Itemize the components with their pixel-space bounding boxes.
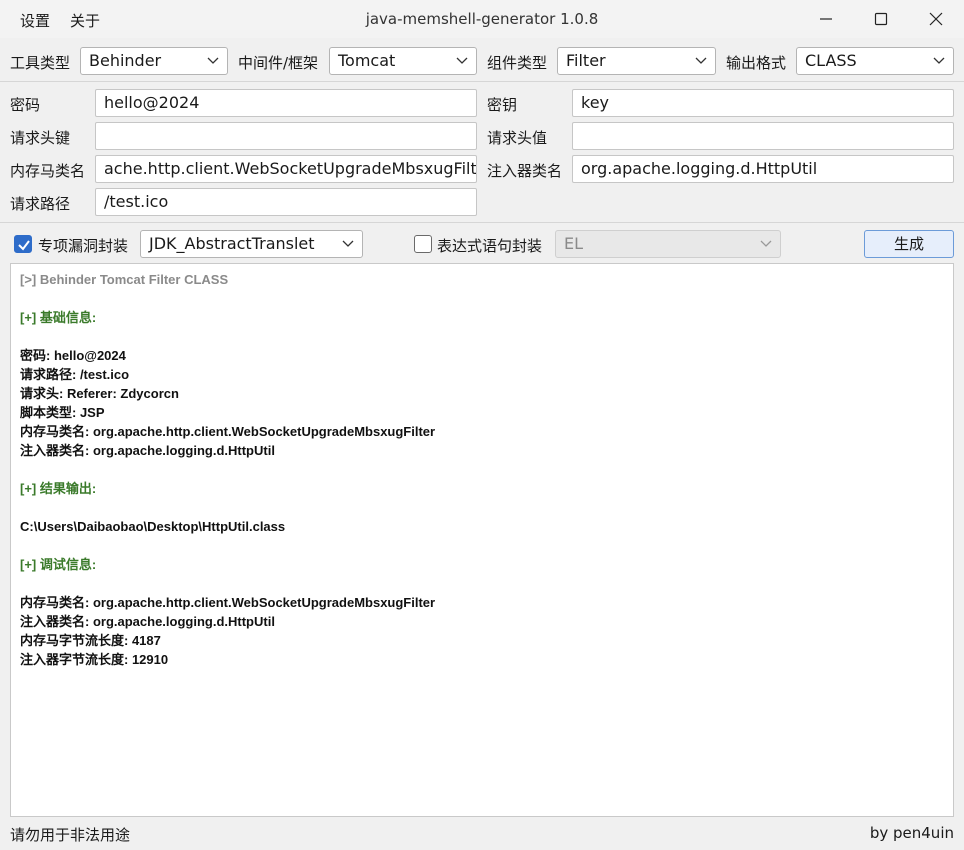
- vuln-wrap-value: JDK_AbstractTranslet: [149, 234, 315, 253]
- shell-class-field[interactable]: ache.http.client.WebSocketUpgradeMbsxugF…: [95, 155, 477, 183]
- password-label: 密码: [10, 96, 41, 114]
- output-line: 请求头: Referer: Zdycorcn: [20, 386, 179, 401]
- middleware-value: Tomcat: [338, 51, 396, 70]
- output-line: 请求路径: /test.ico: [20, 367, 130, 382]
- component-label: 组件类型: [487, 54, 548, 72]
- output-line: C:\Users\Daibaobao\Desktop\HttpUtil.clas…: [20, 519, 286, 534]
- disclaimer-text: 请勿用于非法用途: [10, 826, 131, 844]
- output-line: 脚本类型: JSP: [20, 405, 105, 420]
- chevron-down-icon: [695, 57, 707, 64]
- chevron-down-icon: [933, 57, 945, 64]
- vuln-wrap-select[interactable]: JDK_AbstractTranslet: [140, 230, 363, 258]
- key-field[interactable]: key: [572, 89, 954, 117]
- output-format-value: CLASS: [805, 51, 857, 70]
- chevron-down-icon: [456, 57, 468, 64]
- vuln-wrap-label: 专项漏洞封装: [38, 237, 129, 255]
- tool-type-select[interactable]: Behinder: [80, 47, 228, 75]
- chevron-down-icon: [760, 240, 772, 247]
- component-select[interactable]: Filter: [557, 47, 716, 75]
- expr-wrap-label: 表达式语句封装: [437, 237, 543, 255]
- vuln-wrap-checkbox[interactable]: [14, 235, 32, 253]
- generate-button[interactable]: 生成: [864, 230, 954, 258]
- close-icon: [929, 12, 943, 26]
- output-line: 内存马字节流长度: 4187: [20, 633, 161, 648]
- close-button[interactable]: [908, 0, 964, 38]
- header-key-field[interactable]: [95, 122, 477, 150]
- maximize-icon: [874, 12, 888, 26]
- header-value-label: 请求头值: [487, 129, 548, 147]
- middleware-select[interactable]: Tomcat: [329, 47, 477, 75]
- chevron-down-icon: [207, 57, 219, 64]
- maximize-button[interactable]: [853, 0, 909, 38]
- chevron-down-icon: [342, 240, 354, 247]
- middleware-label: 中间件/框架: [238, 54, 319, 72]
- tool-type-label: 工具类型: [10, 54, 71, 72]
- expr-wrap-value: EL: [564, 234, 584, 253]
- injector-class-field[interactable]: org.apache.logging.d.HttpUtil: [572, 155, 954, 183]
- title-bar: 设置 关于 java-memshell-generator 1.0.8: [0, 0, 964, 38]
- output-line: 密码: hello@2024: [20, 348, 126, 363]
- expr-wrap-select: EL: [555, 230, 781, 258]
- output-section-heading: [+] 调试信息:: [20, 557, 97, 572]
- author-credit: by pen4uin: [869, 824, 954, 842]
- password-field[interactable]: hello@2024: [95, 89, 477, 117]
- output-line: 内存马类名: org.apache.http.client.WebSocketU…: [20, 424, 436, 439]
- output-section-heading: [+] 结果输出:: [20, 481, 97, 496]
- shell-class-label: 内存马类名: [10, 162, 86, 180]
- output-format-select[interactable]: CLASS: [796, 47, 954, 75]
- minimize-button[interactable]: [798, 0, 854, 38]
- divider: [0, 222, 964, 223]
- expr-wrap-checkbox[interactable]: [414, 235, 432, 253]
- key-label: 密钥: [487, 96, 518, 114]
- header-value-field[interactable]: [572, 122, 954, 150]
- component-value: Filter: [566, 51, 606, 70]
- output-format-label: 输出格式: [726, 54, 787, 72]
- checkmark-icon: [18, 240, 30, 251]
- injector-class-label: 注入器类名: [487, 162, 563, 180]
- header-key-label: 请求头键: [10, 129, 71, 147]
- output-line: 注入器类名: org.apache.logging.d.HttpUtil: [20, 614, 275, 629]
- minimize-icon: [820, 18, 832, 20]
- output-line: 注入器类名: org.apache.logging.d.HttpUtil: [20, 443, 275, 458]
- output-line: 注入器字节流长度: 12910: [20, 652, 169, 667]
- tool-type-value: Behinder: [89, 51, 162, 70]
- output-header: [>] Behinder Tomcat Filter CLASS: [20, 272, 229, 287]
- divider: [0, 81, 964, 82]
- output-line: 内存马类名: org.apache.http.client.WebSocketU…: [20, 595, 436, 610]
- output-console[interactable]: [>] Behinder Tomcat Filter CLASS [+] 基础信息…: [10, 263, 954, 817]
- request-path-label: 请求路径: [10, 195, 71, 213]
- request-path-field[interactable]: /test.ico: [95, 188, 477, 216]
- output-section-heading: [+] 基础信息:: [20, 310, 97, 325]
